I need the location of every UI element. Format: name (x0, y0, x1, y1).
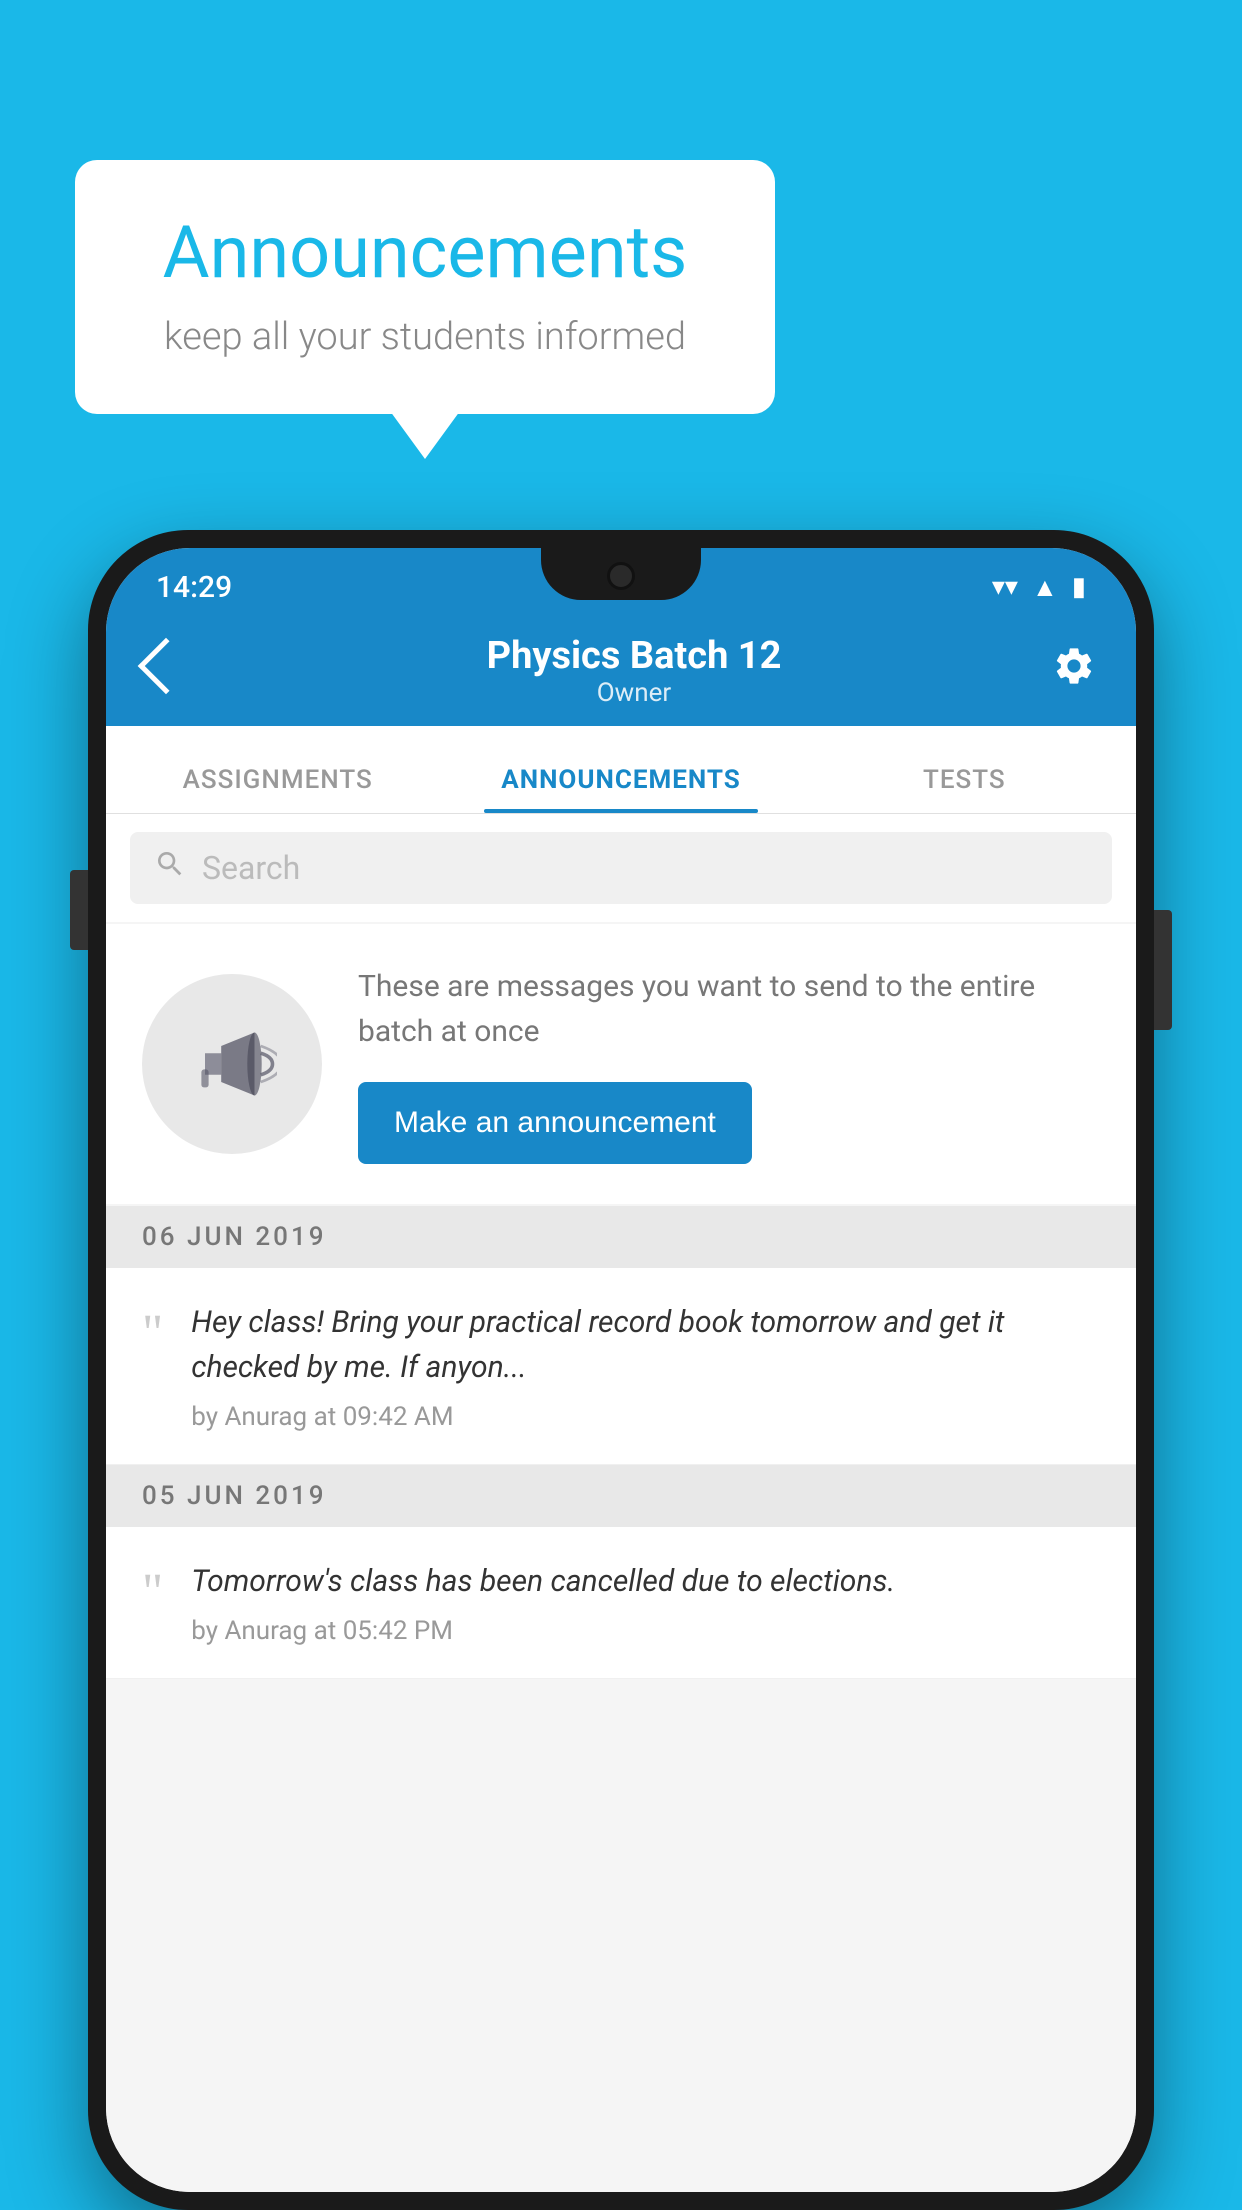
phone-outer: 14:29 ▾▾ ▲ ▮ Physics Batch 12 Owner (88, 530, 1154, 2210)
front-camera (607, 562, 635, 590)
status-time: 14:29 (156, 570, 232, 605)
announcement-meta-2: by Anurag at 05:42 PM (191, 1616, 1100, 1646)
announcement-text-1: Hey class! Bring your practical record b… (191, 1300, 1100, 1390)
announcement-meta-1: by Anurag at 09:42 AM (191, 1402, 1100, 1432)
megaphone-icon (187, 1019, 277, 1109)
bubble-subtitle: keep all your students informed (135, 315, 715, 359)
content-area: Search (106, 814, 1136, 2192)
app-bar-subtitle: Owner (216, 678, 1052, 708)
promo-description: These are messages you want to send to t… (358, 964, 1100, 1054)
tab-tests[interactable]: TESTS (793, 765, 1136, 813)
gear-icon (1052, 644, 1096, 688)
search-placeholder: Search (202, 849, 300, 887)
date-separator-2: 05 JUN 2019 (106, 1465, 1136, 1527)
back-button[interactable] (146, 645, 186, 697)
wifi-icon: ▾▾ (992, 572, 1018, 602)
phone-notch (541, 548, 701, 600)
speech-bubble: Announcements keep all your students inf… (75, 160, 775, 414)
battery-icon: ▮ (1072, 572, 1086, 602)
search-container: Search (106, 814, 1136, 922)
announcement-content-2: Tomorrow's class has been cancelled due … (191, 1559, 1100, 1646)
promo-icon-circle (142, 974, 322, 1154)
announcement-text-2: Tomorrow's class has been cancelled due … (191, 1559, 1100, 1604)
phone-device: 14:29 ▾▾ ▲ ▮ Physics Batch 12 Owner (88, 530, 1154, 2210)
promo-text-area: These are messages you want to send to t… (358, 964, 1100, 1164)
search-bar[interactable]: Search (130, 832, 1112, 904)
search-icon (154, 848, 186, 888)
phone-screen: 14:29 ▾▾ ▲ ▮ Physics Batch 12 Owner (106, 548, 1136, 2192)
quote-icon-1: " (142, 1308, 163, 1360)
app-bar: Physics Batch 12 Owner (106, 616, 1136, 726)
announcement-content-1: Hey class! Bring your practical record b… (191, 1300, 1100, 1432)
announcement-item-2[interactable]: " Tomorrow's class has been cancelled du… (106, 1527, 1136, 1679)
make-announcement-button[interactable]: Make an announcement (358, 1082, 752, 1164)
settings-button[interactable] (1052, 644, 1096, 699)
bubble-title: Announcements (135, 210, 715, 295)
promo-card: These are messages you want to send to t… (106, 924, 1136, 1204)
quote-icon-2: " (142, 1567, 163, 1619)
app-bar-title: Physics Batch 12 (216, 634, 1052, 678)
signal-icon: ▲ (1032, 572, 1058, 603)
tab-announcements[interactable]: ANNOUNCEMENTS (449, 765, 792, 813)
app-bar-title-area: Physics Batch 12 Owner (216, 634, 1052, 708)
status-icons: ▾▾ ▲ ▮ (992, 572, 1086, 603)
tab-assignments[interactable]: ASSIGNMENTS (106, 765, 449, 813)
tabs-bar: ASSIGNMENTS ANNOUNCEMENTS TESTS (106, 726, 1136, 814)
announcement-item-1[interactable]: " Hey class! Bring your practical record… (106, 1268, 1136, 1465)
date-separator-1: 06 JUN 2019 (106, 1206, 1136, 1268)
